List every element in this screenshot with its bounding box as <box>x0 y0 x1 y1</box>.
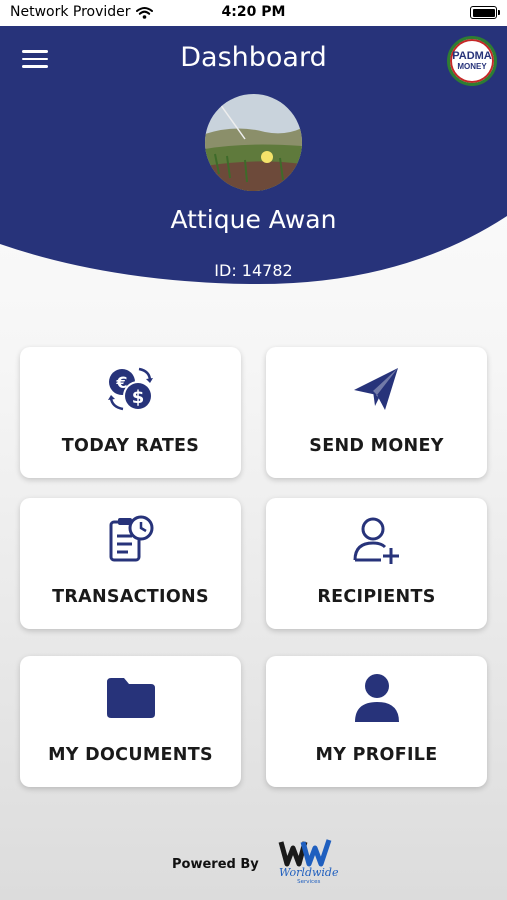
user-name: Attique Awan <box>170 205 337 234</box>
brand-logo-line1: PADMA <box>452 50 492 62</box>
battery-icon <box>470 6 500 19</box>
user-icon <box>266 672 487 724</box>
status-time: 4:20 PM <box>221 4 286 20</box>
footer: Powered By Worldwide Services <box>172 838 343 890</box>
transactions-card[interactable]: TRANSACTIONS <box>20 498 241 629</box>
send-money-label: SEND MONEY <box>309 436 444 456</box>
send-money-card[interactable]: SEND MONEY <box>266 347 487 478</box>
status-bar: Network Provider 4:20 PM <box>0 0 507 26</box>
brand-logo-line2: MONEY <box>457 62 487 71</box>
paper-plane-icon <box>266 363 487 415</box>
brand-logo: PADMA MONEY <box>447 36 497 86</box>
recipients-card[interactable]: RECIPIENTS <box>266 498 487 629</box>
worldwide-logo-word: Worldwide <box>278 866 339 879</box>
today-rates-card[interactable]: € $ TODAY RATES <box>20 347 241 478</box>
my-documents-card[interactable]: MY DOCUMENTS <box>20 656 241 787</box>
folder-icon <box>20 672 241 724</box>
recipients-label: RECIPIENTS <box>317 587 436 607</box>
user-id: ID: 14782 <box>214 261 293 280</box>
worldwide-logo: Worldwide Services <box>275 838 343 890</box>
currency-exchange-icon: € $ <box>20 363 241 415</box>
add-user-icon <box>266 514 487 566</box>
clipboard-clock-icon <box>20 514 241 566</box>
svg-text:$: $ <box>131 387 144 408</box>
avatar[interactable] <box>205 94 302 191</box>
transactions-label: TRANSACTIONS <box>52 587 209 607</box>
my-documents-label: MY DOCUMENTS <box>48 745 213 765</box>
today-rates-label: TODAY RATES <box>61 436 200 456</box>
my-profile-label: MY PROFILE <box>315 745 438 765</box>
my-profile-card[interactable]: MY PROFILE <box>266 656 487 787</box>
page-title: Dashboard <box>180 42 327 73</box>
worldwide-logo-sub: Services <box>297 879 321 885</box>
powered-by-label: Powered By <box>172 856 259 872</box>
